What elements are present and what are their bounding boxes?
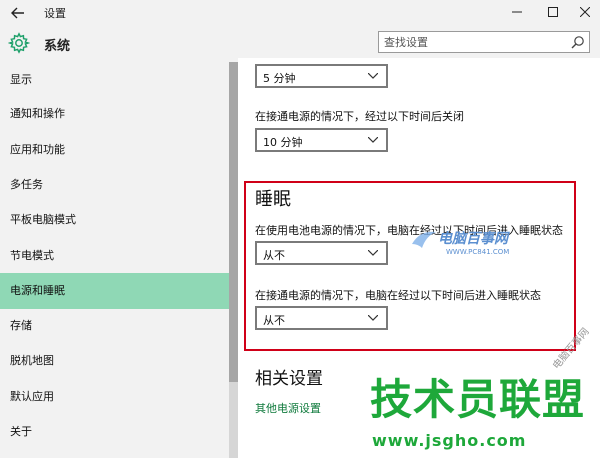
dropdown-value: 10 分钟 [263,136,303,149]
chevron-down-icon [368,315,378,321]
gear-icon [8,32,30,54]
watermark-logo-url: WWW.PC841.COM [446,248,510,256]
sidebar-item-label: 默认应用 [10,390,54,403]
search-input[interactable] [384,34,564,50]
window-title: 设置 [44,7,66,20]
close-button[interactable] [566,0,600,24]
dropdown-value: 从不 [263,314,285,327]
sidebar: 显示 通知和操作 应用和功能 多任务 平板电脑模式 节电模式 电源和睡眠 存储 … [0,62,229,458]
watermark-url: www.jsgho.com [372,431,527,450]
sidebar-item-label: 关于 [10,425,32,438]
sidebar-scrollbar-thumb[interactable] [229,62,238,382]
sidebar-item-label: 多任务 [10,178,43,191]
minimize-button[interactable] [498,0,536,24]
dropdown-value: 从不 [263,249,285,262]
back-arrow-icon [11,7,24,19]
sleep-plugged-dropdown[interactable]: 从不 [255,306,388,330]
sidebar-item-label: 应用和功能 [10,143,65,156]
chevron-down-icon [368,250,378,256]
sidebar-item-tablet-mode[interactable]: 平板电脑模式 [0,202,229,238]
sidebar-item-display[interactable]: 显示 [0,62,229,98]
sidebar-item-battery-saver[interactable]: 节电模式 [0,238,229,274]
sidebar-item-label: 存储 [10,319,32,332]
sidebar-item-default-apps[interactable]: 默认应用 [0,379,229,415]
search-icon[interactable] [571,35,585,49]
sidebar-item-label: 平板电脑模式 [10,213,76,226]
sleep-battery-dropdown[interactable]: 从不 [255,241,388,265]
watermark-logo: 电脑百事网 WWW.PC841.COM [410,222,520,270]
sidebar-item-label: 节电模式 [10,249,54,262]
page-title: 系统 [44,39,71,54]
sidebar-item-label: 脱机地图 [10,354,54,367]
sidebar-item-label: 通知和操作 [10,107,65,120]
dropdown-value: 5 分钟 [263,72,296,85]
watermark-logo-text: 电脑百事网 [438,231,508,247]
chevron-down-icon [368,137,378,143]
chevron-down-icon [368,73,378,79]
minimize-icon [512,11,522,13]
search-box[interactable] [378,31,590,53]
related-settings-heading: 相关设置 [255,369,323,389]
sleep-plugged-label: 在接通电源的情况下，电脑在经过以下时间后进入睡眠状态 [255,289,541,302]
screen-plugged-dropdown[interactable]: 10 分钟 [255,128,388,152]
sidebar-item-offline-maps[interactable]: 脱机地图 [0,343,229,379]
maximize-icon [548,7,558,17]
screen-plugged-label: 在接通电源的情况下，经过以下时间后关闭 [255,110,464,123]
sidebar-item-apps[interactable]: 应用和功能 [0,132,229,168]
sidebar-item-multitasking[interactable]: 多任务 [0,167,229,203]
watermark-big-text: 技术员联盟 [370,375,586,424]
sidebar-item-label: 显示 [10,73,32,86]
sidebar-item-storage[interactable]: 存储 [0,308,229,344]
back-button[interactable] [4,0,32,26]
sidebar-item-power-sleep[interactable]: 电源和睡眠 [0,273,229,309]
close-icon [580,7,590,17]
bird-logo-icon [412,231,436,248]
sleep-heading: 睡眠 [255,189,291,210]
screen-battery-dropdown[interactable]: 5 分钟 [255,64,388,88]
sidebar-item-label: 电源和睡眠 [10,284,65,297]
sidebar-item-notifications[interactable]: 通知和操作 [0,96,229,132]
sidebar-item-about[interactable]: 关于 [0,414,229,450]
additional-power-settings-link[interactable]: 其他电源设置 [255,400,321,416]
